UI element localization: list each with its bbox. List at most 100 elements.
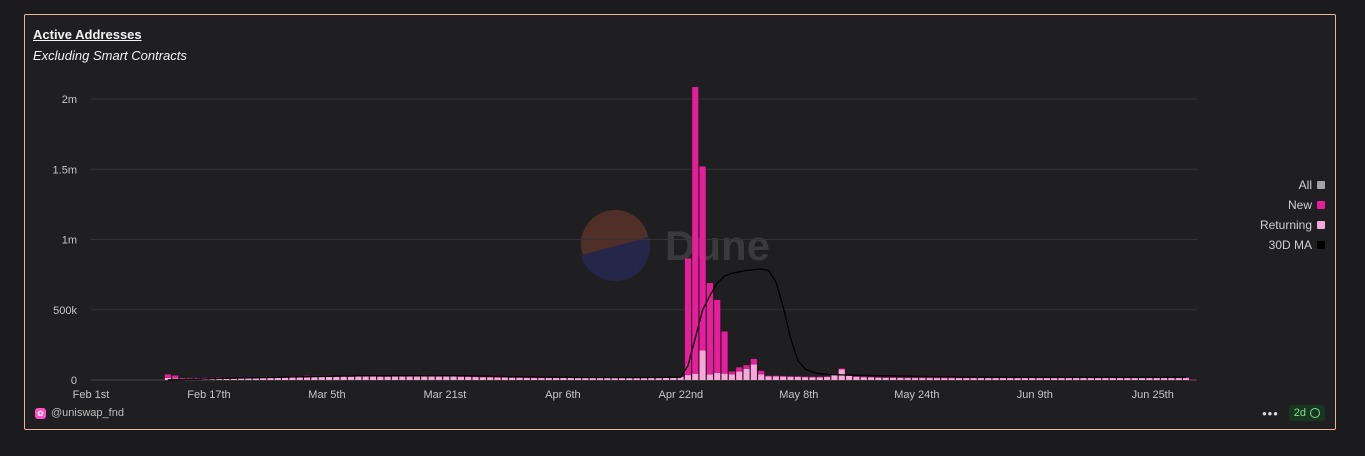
bar-returning[interactable] [765, 376, 772, 380]
bar-returning[interactable] [362, 376, 369, 380]
bar-new[interactable] [699, 166, 706, 351]
more-dots-icon[interactable]: ••• [1262, 406, 1279, 421]
bar-new[interactable] [816, 376, 823, 378]
bar-returning[interactable] [443, 376, 450, 380]
legend-item-returning[interactable]: Returning [1260, 217, 1325, 232]
bar-returning[interactable] [560, 377, 567, 380]
freshness-badge[interactable]: 2d [1288, 405, 1325, 421]
bar-returning[interactable] [853, 376, 860, 380]
bar-returning[interactable] [882, 377, 889, 380]
bar-new[interactable] [904, 377, 911, 379]
bar-new[interactable] [911, 377, 919, 379]
bar-returning[interactable] [728, 374, 735, 380]
bar-returning[interactable] [450, 376, 457, 380]
bar-returning[interactable] [377, 376, 384, 380]
bar-new[interactable] [714, 299, 721, 373]
bar-returning[interactable] [347, 376, 355, 380]
bar-returning[interactable] [435, 376, 442, 380]
bar-new[interactable] [1190, 379, 1197, 381]
bar-returning[interactable] [531, 377, 538, 380]
bar-new[interactable] [897, 377, 904, 379]
bar-returning[interactable] [545, 377, 552, 380]
bar-new[interactable] [860, 376, 867, 378]
bar-new[interactable] [802, 376, 809, 378]
bar-returning[interactable] [714, 372, 721, 380]
bar-returning[interactable] [516, 377, 523, 380]
bar-returning[interactable] [867, 377, 875, 380]
bar-returning[interactable] [889, 377, 897, 380]
bar-returning[interactable] [758, 374, 765, 380]
bar-new[interactable] [838, 368, 845, 370]
bar-new[interactable] [765, 375, 772, 377]
bar-returning[interactable] [750, 364, 757, 380]
bar-returning[interactable] [501, 377, 508, 380]
bar-new[interactable] [750, 358, 757, 365]
bar-returning[interactable] [809, 377, 816, 380]
bar-returning[interactable] [772, 376, 779, 380]
bar-returning[interactable] [538, 377, 545, 380]
bar-returning[interactable] [391, 376, 399, 380]
bar-new[interactable] [721, 331, 728, 374]
bar-returning[interactable] [787, 376, 794, 380]
bar-returning[interactable] [699, 350, 706, 380]
bar-returning[interactable] [743, 368, 750, 380]
bar-returning[interactable] [692, 373, 699, 380]
bar-returning[interactable] [355, 376, 362, 380]
bar-new[interactable] [919, 377, 926, 379]
bar-new[interactable] [926, 377, 933, 379]
bar-new[interactable] [186, 378, 193, 379]
bar-new[interactable] [882, 377, 889, 378]
bar-returning[interactable] [406, 376, 413, 380]
author-link[interactable]: ✿ @uniswap_fnd [35, 407, 124, 419]
bar-returning[interactable] [875, 377, 882, 380]
bar-returning[interactable] [509, 377, 516, 380]
bar-new[interactable] [728, 371, 735, 375]
bar-new[interactable] [875, 377, 882, 378]
bar-returning[interactable] [369, 376, 377, 380]
bar-returning[interactable] [780, 376, 787, 380]
bar-new[interactable] [809, 376, 816, 378]
bar-new[interactable] [179, 378, 186, 379]
bar-new[interactable] [194, 378, 201, 379]
bar-returning[interactable] [472, 377, 479, 380]
bar-returning[interactable] [333, 376, 340, 380]
bar-returning[interactable] [860, 377, 867, 380]
bar-new[interactable] [758, 370, 765, 375]
bar-new[interactable] [867, 376, 875, 378]
bar-new[interactable] [772, 375, 779, 377]
bar-new[interactable] [780, 375, 787, 377]
bar-returning[interactable] [846, 375, 853, 380]
bar-new[interactable] [794, 376, 801, 377]
bar-returning[interactable] [384, 376, 391, 380]
bar-returning[interactable] [721, 373, 728, 380]
bar-returning[interactable] [479, 377, 486, 380]
bar-new[interactable] [933, 377, 941, 379]
bar-returning[interactable] [523, 377, 530, 380]
bar-new[interactable] [164, 374, 171, 378]
bar-returning[interactable] [706, 374, 713, 380]
bar-returning[interactable] [553, 377, 560, 380]
bar-new[interactable] [743, 365, 750, 369]
bar-returning[interactable] [802, 377, 809, 380]
bar-returning[interactable] [340, 376, 347, 380]
legend-item-new[interactable]: New [1288, 197, 1325, 212]
bar-returning[interactable] [487, 377, 494, 380]
bar-returning[interactable] [736, 371, 743, 380]
bar-returning[interactable] [816, 377, 823, 380]
bar-returning[interactable] [465, 376, 472, 380]
bar-returning[interactable] [794, 376, 801, 380]
bar-new[interactable] [787, 376, 794, 377]
bar-new[interactable] [941, 377, 948, 379]
bar-new[interactable] [736, 367, 743, 372]
bar-new[interactable] [172, 375, 179, 379]
bar-returning[interactable] [824, 376, 831, 380]
bar-new[interactable] [853, 376, 860, 377]
bar-returning[interactable] [494, 377, 501, 380]
bar-returning[interactable] [897, 377, 904, 380]
legend-item-all[interactable]: All [1299, 177, 1325, 192]
bar-returning[interactable] [684, 375, 692, 380]
bar-new[interactable] [889, 377, 897, 378]
legend-item-ma[interactable]: 30D MA [1269, 237, 1325, 252]
bar-returning[interactable] [399, 376, 406, 380]
bar-returning[interactable] [567, 377, 574, 380]
